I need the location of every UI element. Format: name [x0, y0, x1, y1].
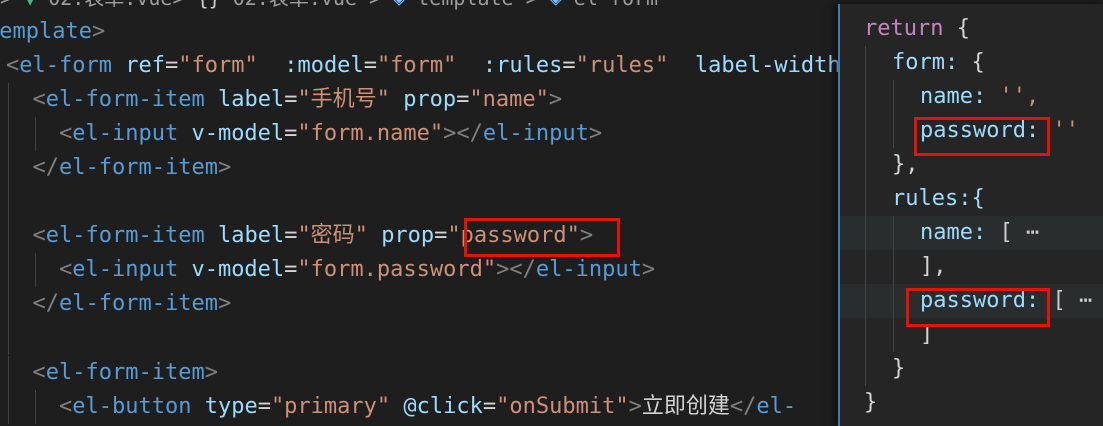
highlight-box-rules-password [906, 288, 1050, 327]
code-line-4: <el-input v-model="form.name"></el-input… [6, 117, 602, 151]
peek-line-name: name: '', [840, 80, 1103, 114]
breadcrumb: > ▼ 02.表单.vue> {} 02.表单.vue > ◈ template… [0, 0, 658, 10]
code-line-12: <el-button type="primary" @click="onSubm… [6, 390, 796, 424]
code-line-11: <el-form-item> [6, 356, 218, 390]
highlight-box-form-password [914, 117, 1050, 156]
code-line-1: template> [0, 15, 105, 49]
folded-bracket[interactable]: [ ⋯ [1052, 288, 1092, 313]
code-line-5: </el-form-item> [6, 151, 231, 185]
breadcrumb-symbol-file[interactable]: 02.表单.vue [233, 0, 357, 10]
peek-definition-panel[interactable]: return { form: { name: '', password: '' … [838, 4, 1103, 426]
peek-line-rules: rules:{ [840, 182, 1103, 216]
vue-file-icon: ▼ [24, 0, 48, 10]
code-line-2: <el-form ref="form" :model="form" :rules… [6, 53, 841, 78]
highlight-box-prop-password [464, 218, 620, 257]
cube-icon: ◈ [550, 0, 574, 10]
peek-line-close-rules: } [840, 352, 1103, 386]
braces-icon: {} [197, 0, 233, 10]
code-line-9: </el-form-item> [6, 287, 231, 321]
code-line-8: <el-input v-model="form.password"></el-i… [6, 253, 655, 287]
breadcrumb-el-form[interactable]: el-form [574, 0, 658, 10]
peek-line-rules-name-close: ], [840, 250, 1103, 284]
chevron-right-icon: > [0, 0, 24, 10]
breadcrumb-template[interactable]: template [417, 0, 513, 10]
code-line-3: <el-form-item label="手机号" prop="name"> [6, 83, 562, 117]
peek-line-rules-name: name: [ ⋯ [840, 216, 1103, 250]
peek-line-form: form: { [840, 46, 1103, 80]
peek-line-close-return: } [864, 390, 878, 415]
tag-name: template [0, 19, 92, 44]
cube-icon: ◈ [393, 0, 417, 10]
breadcrumb-file[interactable]: 02.表单.vue [48, 0, 172, 10]
folded-bracket[interactable]: [ ⋯ [999, 220, 1039, 245]
peek-line-return: return { [864, 16, 970, 41]
